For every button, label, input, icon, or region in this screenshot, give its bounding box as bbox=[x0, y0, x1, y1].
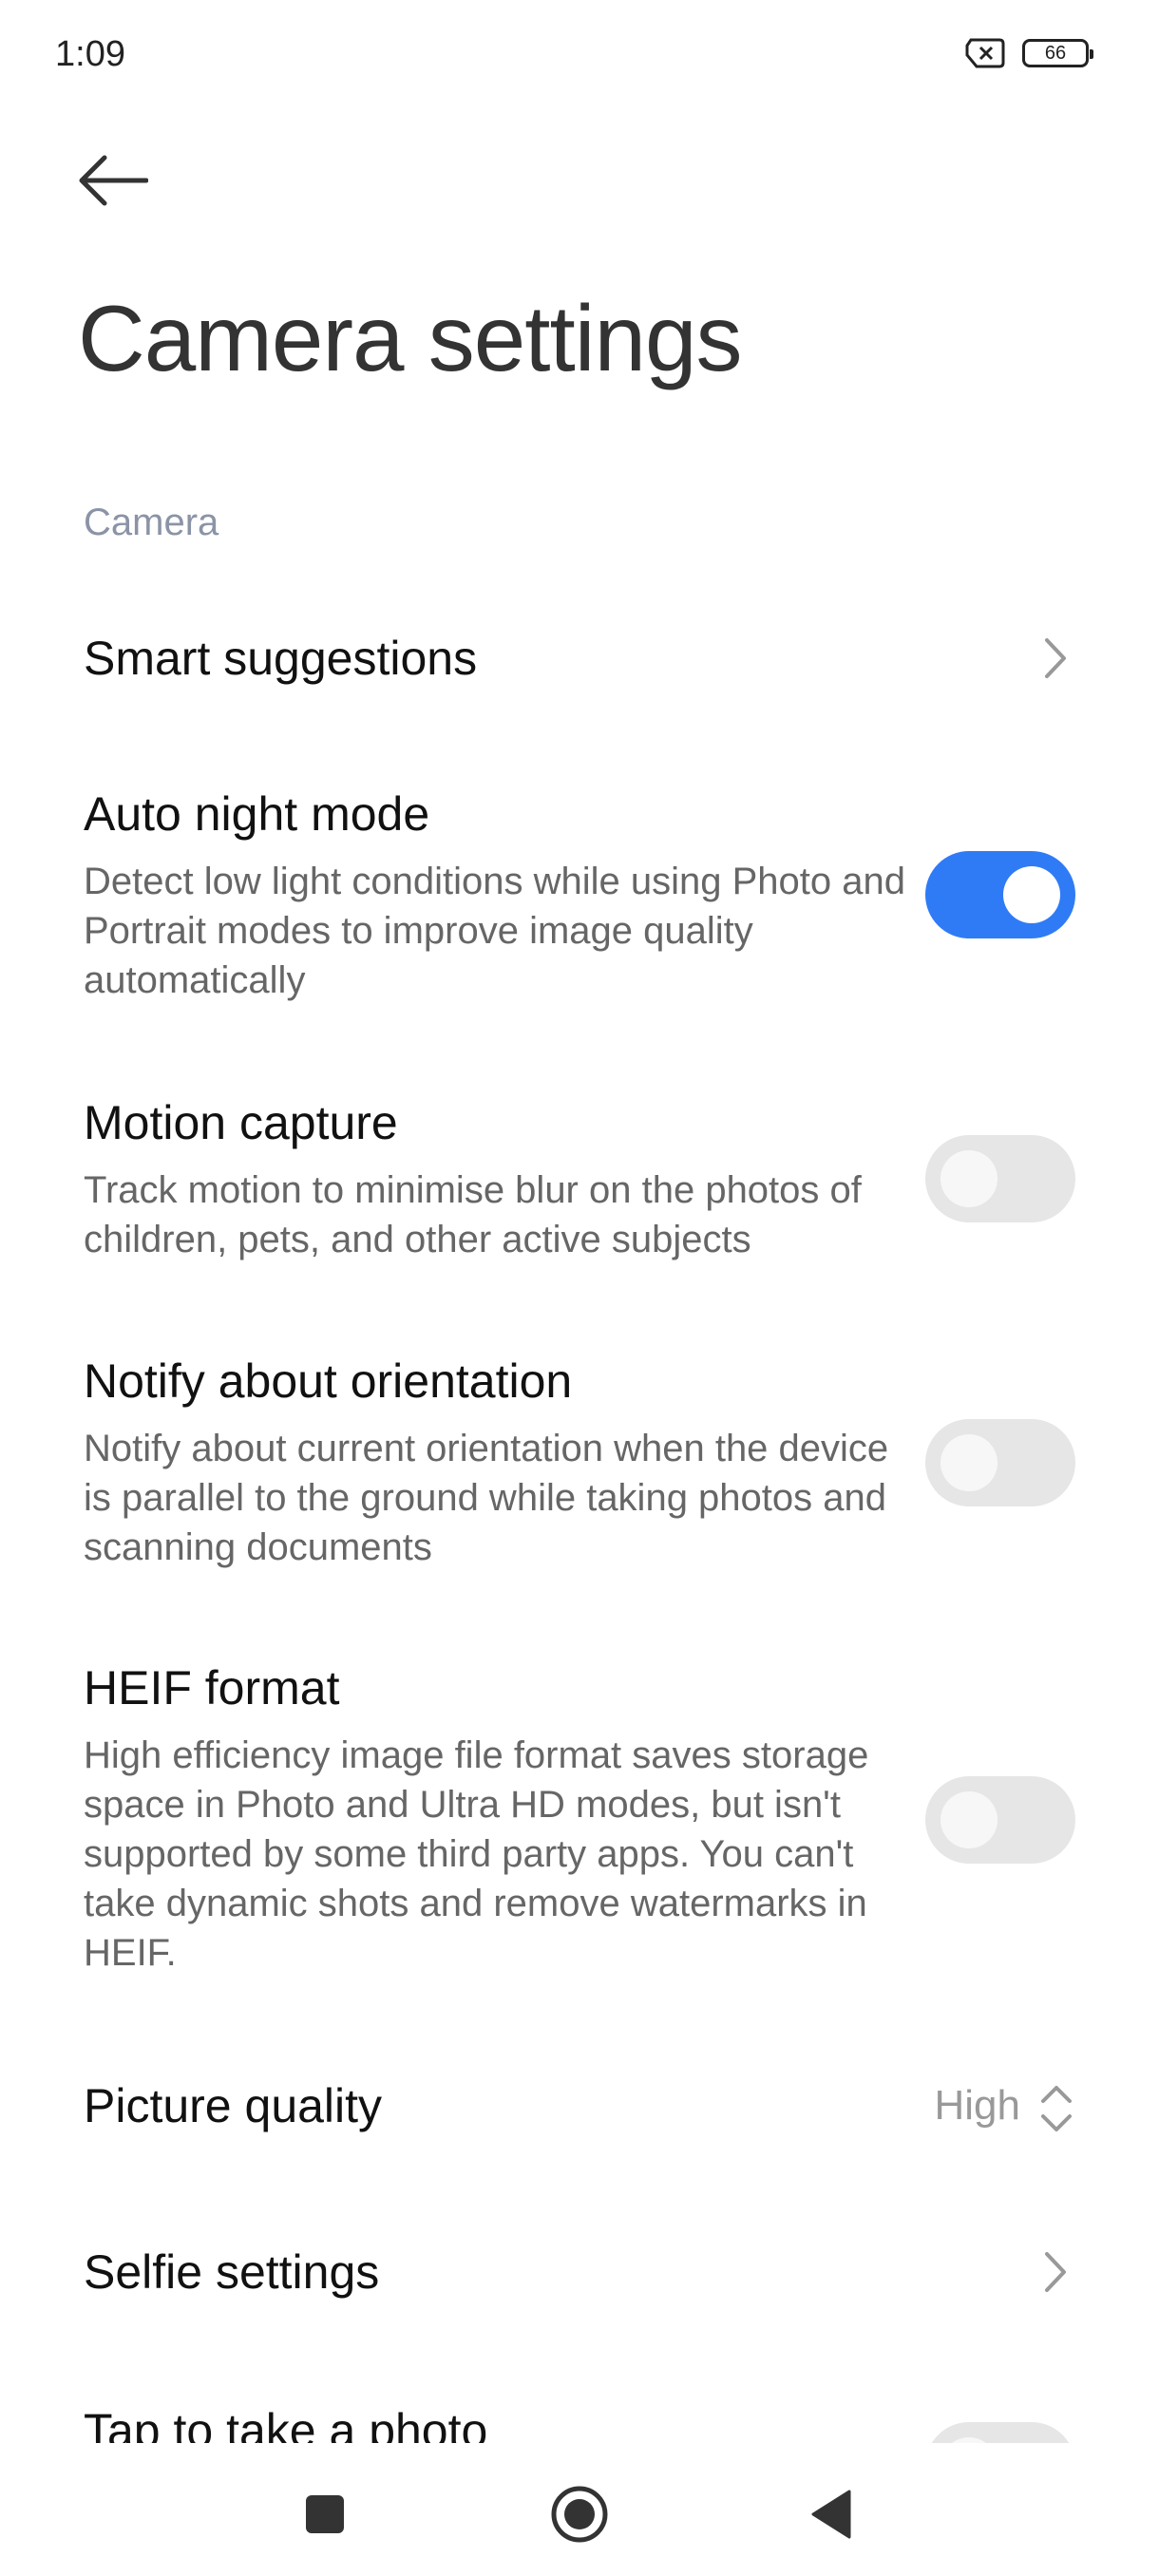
auto-night-mode-title: Auto night mode bbox=[84, 787, 430, 841]
scroll-clip: Tap to take a photo bbox=[0, 2375, 1159, 2443]
toggle-knob bbox=[940, 1434, 998, 1491]
notify-orientation-title: Notify about orientation bbox=[84, 1354, 573, 1408]
battery-icon: 66 bbox=[1022, 39, 1093, 67]
smart-suggestions-title: Smart suggestions bbox=[84, 632, 478, 685]
auto-night-mode-desc: Detect low light conditions while using … bbox=[84, 861, 905, 1001]
tap-photo-row: Tap to take a photo bbox=[0, 2403, 1159, 2443]
picture-quality-value: High bbox=[934, 2082, 1021, 2129]
motion-capture-desc: Track motion to minimise blur on the pho… bbox=[84, 1169, 862, 1260]
status-icons: 66 bbox=[965, 38, 1093, 68]
motion-capture-row: Motion capture Track motion to minimise … bbox=[0, 1088, 1159, 1278]
auto-night-mode-row: Auto night mode Detect low light conditi… bbox=[0, 779, 1159, 1007]
page-title: Camera settings bbox=[78, 286, 743, 390]
heif-format-row: HEIF format High efficiency image file f… bbox=[0, 1653, 1159, 1976]
no-sim-icon bbox=[965, 38, 1005, 68]
status-bar: 1:09 66 bbox=[0, 0, 1159, 114]
toggle-knob bbox=[940, 1791, 998, 1848]
toggle-knob bbox=[1003, 866, 1060, 923]
heif-format-desc: High efficiency image file format saves … bbox=[84, 1734, 869, 1974]
battery-level: 66 bbox=[1044, 42, 1067, 64]
heif-format-title: HEIF format bbox=[84, 1661, 340, 1714]
chevron-right-icon bbox=[1045, 2252, 1066, 2292]
notify-orientation-row: Notify about orientation Notify about cu… bbox=[0, 1346, 1159, 1583]
arrow-left-icon bbox=[79, 155, 148, 206]
status-time: 1:09 bbox=[55, 34, 125, 74]
auto-night-mode-toggle[interactable] bbox=[925, 851, 1075, 938]
navigation-bar bbox=[0, 2443, 1159, 2576]
recents-button[interactable] bbox=[292, 2481, 358, 2548]
back-nav-button[interactable] bbox=[798, 2481, 864, 2548]
home-button[interactable] bbox=[546, 2481, 613, 2548]
motion-capture-title: Motion capture bbox=[84, 1096, 398, 1149]
motion-capture-toggle[interactable] bbox=[925, 1135, 1075, 1222]
notify-orientation-desc: Notify about current orientation when th… bbox=[84, 1428, 889, 1568]
square-icon bbox=[306, 2495, 344, 2533]
back-button[interactable] bbox=[76, 142, 162, 218]
circle-icon bbox=[551, 2486, 608, 2543]
smart-suggestions-row[interactable]: Smart suggestions bbox=[0, 608, 1159, 712]
tap-photo-title: Tap to take a photo bbox=[84, 2404, 488, 2443]
heif-format-toggle[interactable] bbox=[925, 1776, 1075, 1864]
selfie-settings-title: Selfie settings bbox=[84, 2245, 380, 2299]
section-label-camera: Camera bbox=[84, 502, 219, 543]
tap-photo-toggle[interactable] bbox=[925, 2422, 1075, 2443]
picture-quality-row[interactable]: Picture quality High bbox=[0, 2061, 1159, 2156]
notify-orientation-toggle[interactable] bbox=[925, 1419, 1075, 1506]
picture-quality-title: Picture quality bbox=[84, 2079, 383, 2132]
chevron-up-down-icon bbox=[1041, 2086, 1072, 2131]
chevron-right-icon bbox=[1045, 638, 1066, 678]
selfie-settings-row[interactable]: Selfie settings bbox=[0, 2227, 1159, 2322]
triangle-back-icon bbox=[811, 2490, 851, 2539]
toggle-knob bbox=[940, 1150, 998, 1207]
